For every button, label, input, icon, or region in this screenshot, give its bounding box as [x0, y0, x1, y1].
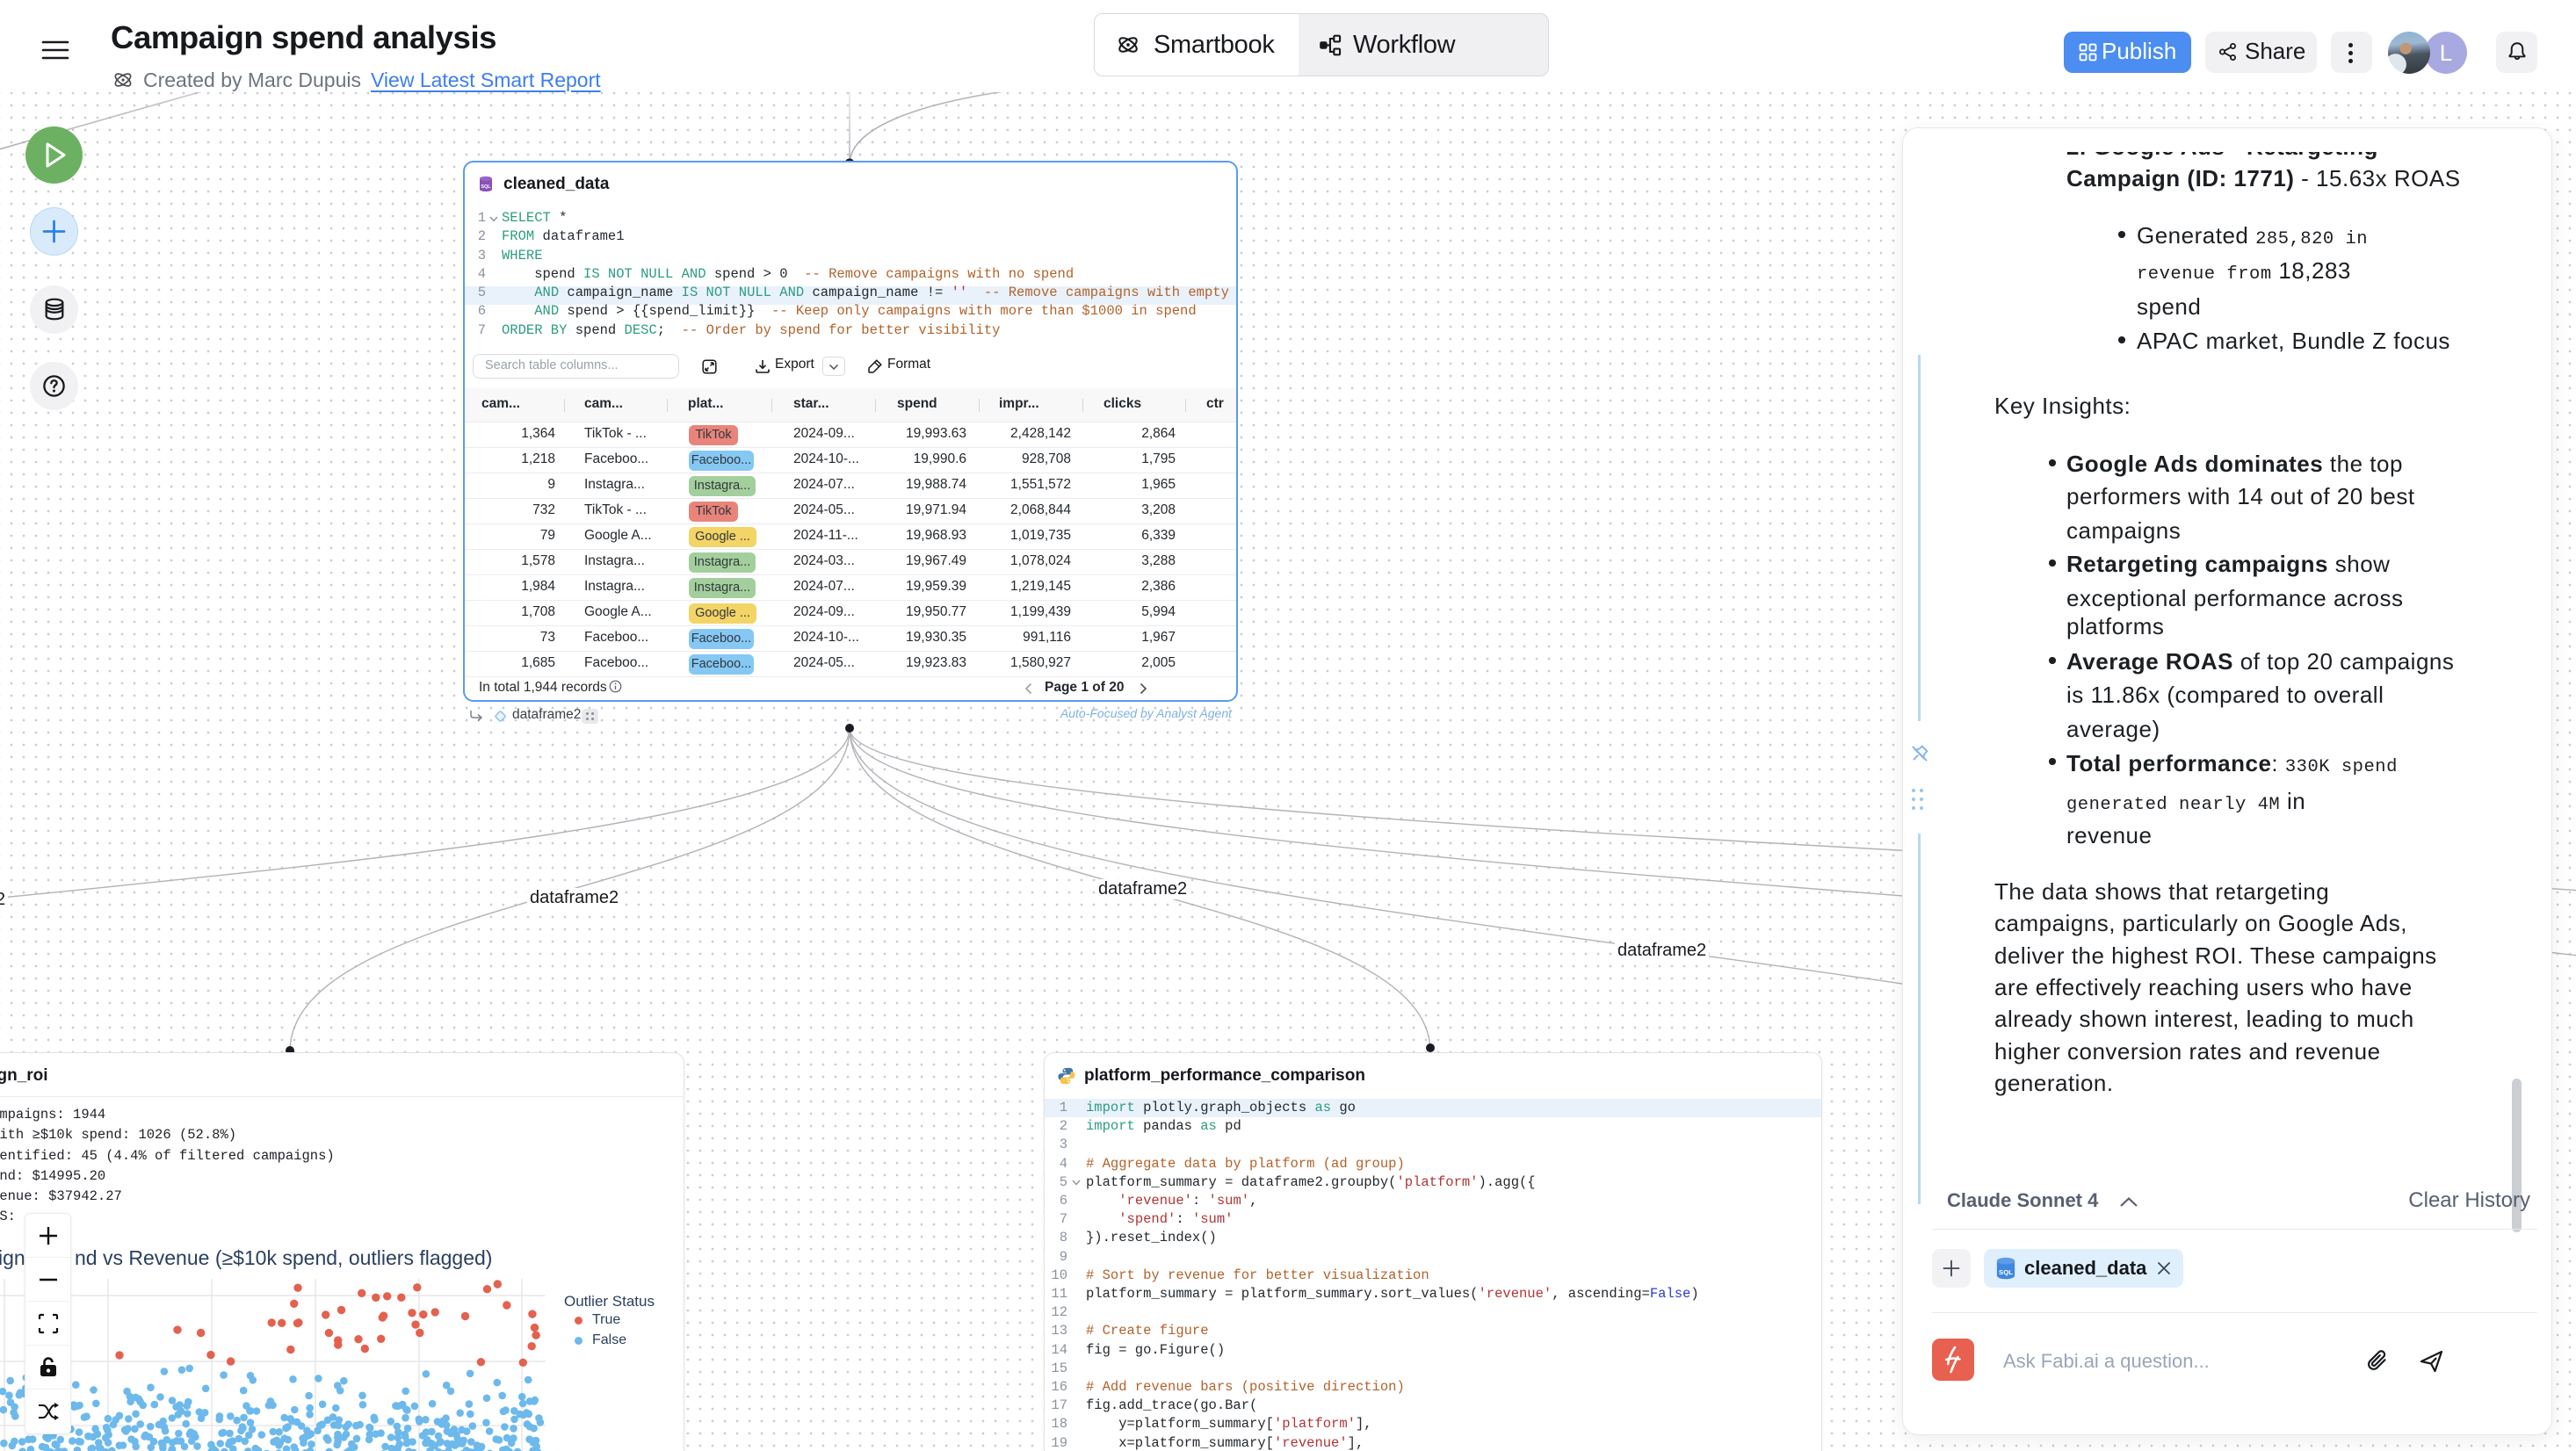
svg-text:SQL: SQL	[481, 184, 491, 190]
svg-text:SQL: SQL	[1999, 1268, 2013, 1276]
